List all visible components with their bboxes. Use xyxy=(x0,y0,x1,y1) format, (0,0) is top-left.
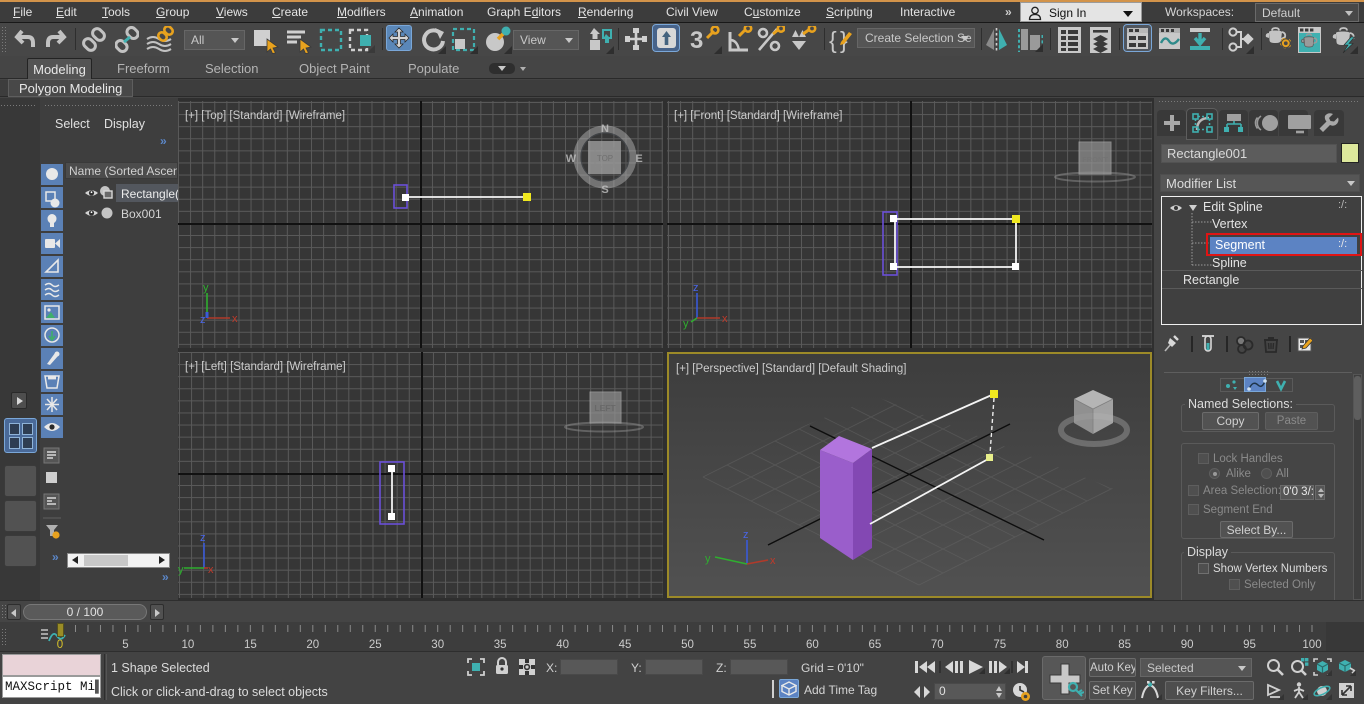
svg-text:y: y xyxy=(683,318,689,330)
svg-text:x: x xyxy=(770,555,776,567)
svg-text:TOP: TOP xyxy=(597,154,613,163)
svg-text:15: 15 xyxy=(244,639,257,651)
svg-text:x: x xyxy=(232,313,238,325)
svg-text:5: 5 xyxy=(122,639,128,651)
svg-text:[+] [Left] [Standard] [Wirefra: [+] [Left] [Standard] [Wireframe] xyxy=(185,361,346,373)
svg-text:85: 85 xyxy=(1118,639,1131,651)
svg-text:50: 50 xyxy=(681,639,694,651)
svg-text:z: z xyxy=(200,532,206,544)
svg-text:20: 20 xyxy=(306,639,319,651)
svg-text:45: 45 xyxy=(619,639,632,651)
svg-text:60: 60 xyxy=(806,639,819,651)
svg-text:N: N xyxy=(601,123,609,135)
svg-text:55: 55 xyxy=(744,639,757,651)
svg-text:W: W xyxy=(566,153,577,165)
svg-text:10: 10 xyxy=(182,639,195,651)
svg-text:35: 35 xyxy=(494,639,507,651)
svg-text:FRONT: FRONT xyxy=(1082,155,1108,164)
svg-text:z: z xyxy=(743,529,749,541)
svg-text:75: 75 xyxy=(993,639,1006,651)
svg-text:90: 90 xyxy=(1181,639,1194,651)
svg-text:0: 0 xyxy=(57,639,63,651)
svg-text:y: y xyxy=(203,282,209,294)
svg-text:100: 100 xyxy=(1302,639,1321,651)
svg-text:3: 3 xyxy=(690,27,703,54)
svg-text:{: { xyxy=(829,27,837,53)
svg-text:[+] [Perspective] [Standard] [: [+] [Perspective] [Standard] [Default Sh… xyxy=(676,363,906,375)
svg-text:LEFT: LEFT xyxy=(594,403,616,413)
svg-text:x: x xyxy=(722,313,728,325)
svg-text:x: x xyxy=(208,564,214,576)
svg-text:[+] [Front] [Standard] [Wirefr: [+] [Front] [Standard] [Wireframe] xyxy=(674,110,842,122)
svg-text:z: z xyxy=(200,314,206,326)
svg-text:30: 30 xyxy=(431,639,444,651)
svg-text:40: 40 xyxy=(556,639,569,651)
svg-text:y: y xyxy=(705,553,711,565)
svg-text:80: 80 xyxy=(1056,639,1069,651)
svg-text:E: E xyxy=(635,153,642,165)
svg-text:z: z xyxy=(693,282,699,294)
svg-text:70: 70 xyxy=(931,639,944,651)
svg-text:25: 25 xyxy=(369,639,382,651)
svg-text:[+] [Top] [Standard] [Wirefram: [+] [Top] [Standard] [Wireframe] xyxy=(185,110,345,122)
svg-text:65: 65 xyxy=(868,639,881,651)
svg-text:y: y xyxy=(178,564,184,576)
svg-text:S: S xyxy=(601,184,608,196)
svg-text:95: 95 xyxy=(1243,639,1256,651)
